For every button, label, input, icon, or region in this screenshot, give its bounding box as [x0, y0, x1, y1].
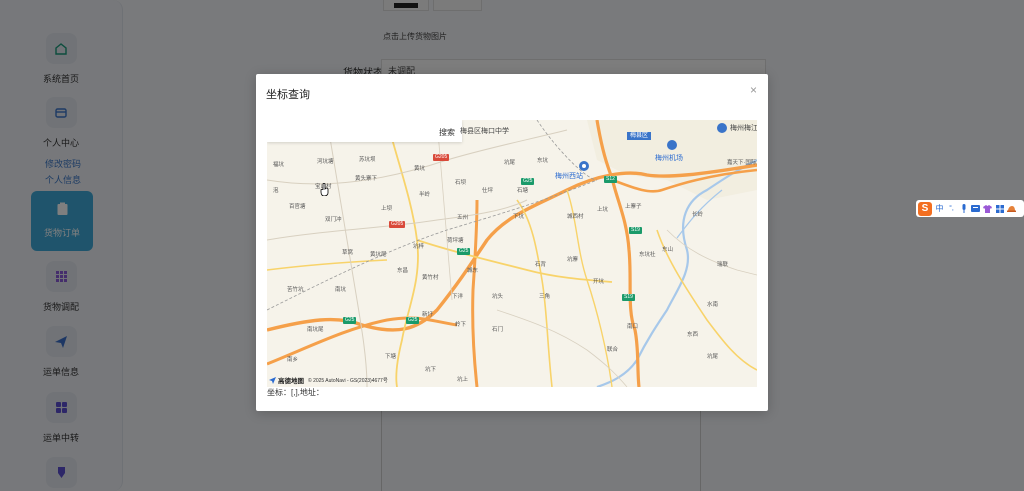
map-place: 石门: [492, 327, 504, 333]
map-place: 石塘: [517, 188, 529, 194]
map-place: 石坝: [455, 180, 467, 186]
amap-arrow-icon: [269, 376, 276, 384]
map-place: 开坑: [593, 279, 605, 285]
sogou-logo-icon[interactable]: S: [918, 201, 932, 216]
close-icon[interactable]: ×: [750, 83, 757, 97]
map-place: 下塘: [385, 354, 397, 360]
map-place: 上寨子: [625, 204, 642, 210]
map-place: 黄坑: [414, 166, 426, 172]
ime-toolbar: S 中 °,: [916, 200, 1024, 217]
map-place: 长岭: [692, 212, 704, 218]
map-place: 福坑: [273, 162, 285, 168]
toolbox-icon[interactable]: [995, 204, 1004, 214]
road-shield: S19: [622, 294, 635, 301]
map-place: 黄竹村: [422, 275, 439, 281]
map-place: 水南: [707, 302, 719, 308]
map-place: 下洋: [452, 294, 464, 300]
map-place: 坑尾: [504, 160, 516, 166]
map-place: 东山: [662, 247, 674, 253]
road-shield: G205: [433, 154, 450, 161]
road-shield: G205: [389, 221, 406, 228]
map-place: 东坑: [537, 158, 549, 164]
coords-readout: 坐标：[,],地址：: [267, 388, 324, 397]
map-place: 苦竹坑: [287, 287, 304, 293]
map-search-button[interactable]: 搜索: [439, 127, 455, 138]
map-place: 坑寨: [567, 257, 579, 263]
road-shield: S12: [604, 176, 617, 183]
ime-language-toggle[interactable]: 中: [935, 204, 944, 214]
map-place: 上坑: [597, 207, 609, 213]
map-place: 上坝: [381, 206, 393, 212]
map-place: 东昌: [397, 268, 409, 274]
amap-logo-text: 高德地图: [278, 378, 304, 385]
road-shield: G25: [521, 178, 535, 185]
map-place: 联合: [607, 347, 619, 353]
coordinate-dialog: 坐标查询 × 搜索 梅县区梅口中学 梅县区 梅州梅江 梅州机场 梅州西站 嘉天下…: [256, 74, 768, 411]
hat-icon[interactable]: [1007, 204, 1016, 214]
map-place: 苏坑坝: [359, 157, 376, 163]
map-place: 南坑: [335, 287, 347, 293]
map-place: 城西村: [567, 214, 584, 220]
map-place: 东坑社: [639, 252, 656, 258]
map-place: 坑上: [457, 377, 469, 383]
map-place: 河坑塘: [317, 159, 334, 165]
map-place: 坑下: [425, 367, 437, 373]
map-place: 梅县区梅口中学: [460, 128, 509, 135]
map-place: 五州: [457, 215, 469, 221]
map-place: 黄坑尾: [370, 252, 387, 258]
map-place: 双门冲: [325, 217, 342, 223]
map-place: 梅州梅江: [730, 125, 757, 132]
map-place: 泡: [273, 188, 279, 194]
amap-logo: 高德地图: [269, 375, 304, 385]
dialog-title: 坐标查询: [266, 89, 310, 101]
map-place: 城东: [467, 268, 479, 274]
map-place: 下坑: [513, 214, 525, 220]
road-shield: G25: [343, 317, 357, 324]
road-shield: G25: [406, 317, 420, 324]
map-place: 半岭: [419, 192, 431, 198]
map-place: 坑梓: [413, 244, 425, 250]
map-search-input[interactable]: [267, 120, 462, 142]
map-place: 黄头寨下: [355, 176, 378, 182]
map-place: 南乡: [287, 357, 299, 363]
map-place: 南口: [627, 324, 639, 330]
keyboard-icon[interactable]: [971, 204, 980, 214]
hand-cursor-icon: [320, 183, 329, 196]
map-place: 南坑尾: [307, 327, 324, 333]
map-county-tag: 梅县区: [627, 132, 652, 140]
skin-icon[interactable]: [983, 204, 992, 214]
map-place: 瑞联: [717, 262, 729, 268]
map-place: 嘉天下·国际旅游: [727, 160, 757, 166]
map-place: 坑头: [492, 294, 504, 300]
road-shield: S19: [629, 227, 642, 234]
map-view[interactable]: 搜索 梅县区梅口中学 梅县区 梅州梅江 梅州机场 梅州西站 嘉天下·国际旅游 河…: [267, 120, 757, 387]
map-place: 百官塘: [289, 204, 306, 210]
map-place: 仕坪: [482, 188, 494, 194]
mic-icon[interactable]: [959, 204, 968, 214]
map-place: 石背: [535, 262, 547, 268]
map-place: 岭下: [455, 322, 467, 328]
map-place: 梅州机场: [655, 155, 683, 162]
map-place: 荷坪塘: [447, 238, 464, 244]
map-place: 东西: [687, 332, 699, 338]
map-place: 新圩: [422, 312, 434, 318]
map-place: 三角: [539, 294, 551, 300]
map-place: 草窝: [342, 250, 354, 256]
road-shield: G25: [457, 248, 471, 255]
map-attribution: 高德地图 © 2025 AutoNavi - GS(2023)4677号: [269, 375, 388, 385]
map-place: 梅州西站: [555, 173, 583, 180]
map-place: 坑尾: [707, 354, 719, 360]
map-copyright: © 2025 AutoNavi - GS(2023)4677号: [308, 377, 388, 384]
punctuation-icon[interactable]: °,: [947, 204, 956, 214]
